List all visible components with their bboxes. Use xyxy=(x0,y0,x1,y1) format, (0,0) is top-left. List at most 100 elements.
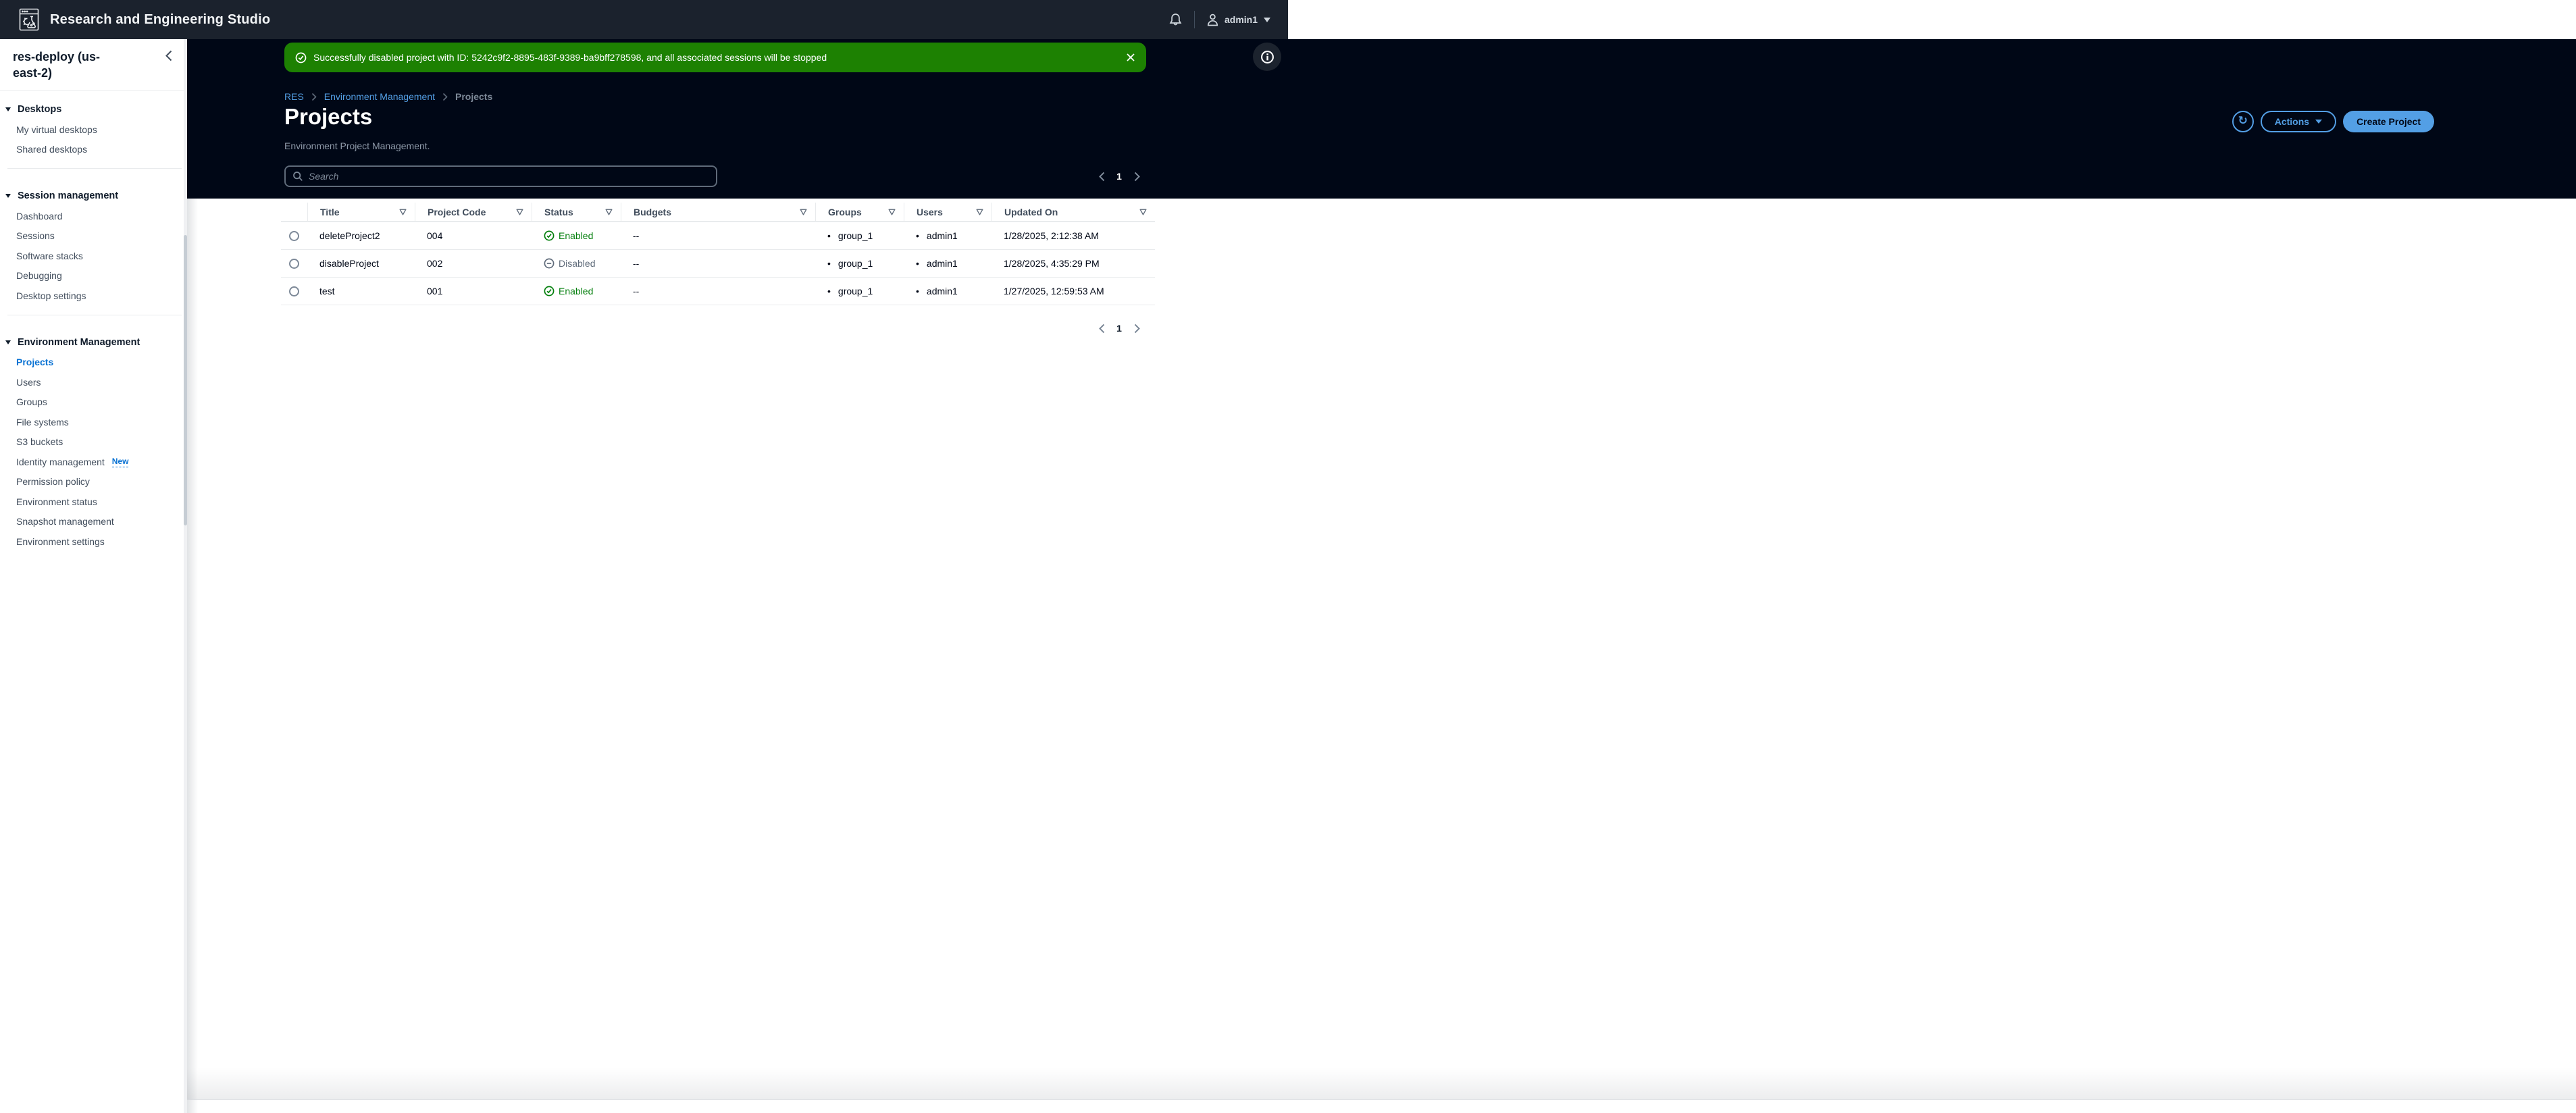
column-filter-icon xyxy=(516,209,523,215)
sidebar-scrollbar-thumb[interactable] xyxy=(184,235,187,525)
column-header-budgets[interactable]: Budgets xyxy=(621,203,815,221)
help-info-icon[interactable] xyxy=(1253,43,1281,71)
row-radio-button[interactable] xyxy=(289,286,299,296)
sidebar-item-projects[interactable]: Projects xyxy=(0,353,187,373)
cell-groups: • group_1 xyxy=(815,250,904,277)
side-navigation: res-deploy (us-east-2) Desktops My virtua… xyxy=(0,39,187,1113)
sidebar-divider xyxy=(7,168,182,169)
column-filter-icon xyxy=(976,209,983,215)
sidebar-item-dashboard[interactable]: Dashboard xyxy=(0,206,187,226)
cell-title: disableProject xyxy=(319,258,379,269)
column-header-label: Users xyxy=(917,206,943,217)
actions-dropdown-button[interactable]: Actions xyxy=(2260,111,2337,132)
breadcrumb-res[interactable]: RES xyxy=(284,91,304,102)
page-number[interactable]: 1 xyxy=(1110,323,1128,334)
create-project-button[interactable]: Create Project xyxy=(2343,111,2434,132)
cell-budgets: -- xyxy=(633,286,640,296)
sidebar-item-sessions[interactable]: Sessions xyxy=(0,226,187,247)
cell-users: • admin1 xyxy=(904,278,991,305)
sidebar-item-permission-policy[interactable]: Permission policy xyxy=(0,472,187,492)
cell-status: Enabled xyxy=(532,278,621,305)
cell-project-code: 002 xyxy=(427,258,443,269)
sidebar-item-environment-status[interactable]: Environment status xyxy=(0,492,187,512)
nav-section-desktops: Desktops My virtual desktops Shared deskto… xyxy=(0,91,187,159)
column-header-users[interactable]: Users xyxy=(904,203,991,221)
sidebar-item-groups[interactable]: Groups xyxy=(0,392,187,413)
column-filter-icon xyxy=(399,209,407,215)
cell-users: • admin1 xyxy=(904,250,991,277)
next-page-icon[interactable] xyxy=(1128,319,1145,337)
row-radio-button[interactable] xyxy=(289,258,299,269)
page-description: Environment Project Management. xyxy=(284,140,430,151)
status-label: Disabled xyxy=(559,258,596,269)
sidebar-item-users[interactable]: Users xyxy=(0,372,187,392)
search-input[interactable] xyxy=(309,171,709,182)
column-header-groups[interactable]: Groups xyxy=(815,203,904,221)
column-header-label: Title xyxy=(320,206,340,217)
refresh-button[interactable]: ↻ xyxy=(2232,111,2254,132)
pagination-top: 1 xyxy=(1093,165,1145,187)
nav-section-session-management: Session management Dashboard Sessions Softw… xyxy=(0,178,187,306)
cell-users-value: admin1 xyxy=(926,258,958,269)
sidebar-item-software-stacks[interactable]: Software stacks xyxy=(0,246,187,266)
nav-section-environment-management: Environment Management Projects Users Group… xyxy=(0,324,187,552)
sidebar-item-label: Groups xyxy=(16,396,47,408)
sidebar-item-debugging[interactable]: Debugging xyxy=(0,266,187,286)
sidebar-item-my-virtual-desktops[interactable]: My virtual desktops xyxy=(0,120,187,140)
sidebar-item-identity-management[interactable]: Identity management New xyxy=(0,452,187,472)
column-header-label: Project Code xyxy=(428,206,486,217)
topbar-divider xyxy=(1193,11,1195,28)
breadcrumb-environment-management[interactable]: Environment Management xyxy=(324,91,435,102)
sidebar-item-label: Permission policy xyxy=(16,476,90,488)
nav-section-header-desktops[interactable]: Desktops xyxy=(0,99,187,120)
flash-close-icon[interactable] xyxy=(1126,53,1135,62)
breadcrumb-current: Projects xyxy=(455,91,493,102)
cell-status: Enabled xyxy=(532,222,621,249)
sidebar-item-shared-desktops[interactable]: Shared desktops xyxy=(0,140,187,160)
page-number[interactable]: 1 xyxy=(1110,171,1128,182)
sidebar-item-label: Environment status xyxy=(16,496,97,507)
res-logo-icon xyxy=(19,8,41,31)
list-bullet: • xyxy=(916,286,919,296)
column-header-label: Groups xyxy=(828,206,862,217)
sidebar-item-s3-buckets[interactable]: S3 buckets xyxy=(0,432,187,452)
sidebar-item-file-systems[interactable]: File systems xyxy=(0,412,187,432)
cell-updated-on: 1/27/2025, 12:59:53 AM xyxy=(1004,286,1104,296)
table-row: deleteProject2 004 Enabled -- • group_1 • admin… xyxy=(281,222,1155,250)
user-menu[interactable]: admin1 xyxy=(1207,14,1270,26)
sidebar-item-desktop-settings[interactable]: Desktop settings xyxy=(0,286,187,306)
column-header-label: Status xyxy=(544,206,573,217)
nav-section-header-environment-management[interactable]: Environment Management xyxy=(0,332,187,353)
row-radio-button[interactable] xyxy=(289,230,299,241)
deployment-title: res-deploy (us-east-2) xyxy=(13,50,101,80)
sidebar-item-environment-settings[interactable]: Environment settings xyxy=(0,532,187,552)
sidebar-item-label: Software stacks xyxy=(16,250,83,261)
nav-section-header-session-management[interactable]: Session management xyxy=(0,186,187,206)
row-select-cell xyxy=(281,250,307,277)
cell-groups: • group_1 xyxy=(815,222,904,249)
column-header-updated-on[interactable]: Updated On xyxy=(991,203,1155,221)
sidebar-collapse-icon[interactable] xyxy=(165,50,172,61)
cell-users-value: admin1 xyxy=(926,230,958,241)
next-page-icon[interactable] xyxy=(1128,167,1145,185)
status-label: Enabled xyxy=(559,286,594,296)
previous-page-icon[interactable] xyxy=(1093,319,1110,337)
column-header-project-code[interactable]: Project Code xyxy=(415,203,532,221)
chevron-down-icon xyxy=(1264,17,1270,22)
row-select-cell xyxy=(281,278,307,305)
sidebar-shadow xyxy=(187,199,198,1113)
status-label: Enabled xyxy=(559,230,594,241)
previous-page-icon[interactable] xyxy=(1093,167,1110,185)
sidebar-scrollbar[interactable] xyxy=(184,39,187,1113)
cell-groups: • group_1 xyxy=(815,278,904,305)
row-select-cell xyxy=(281,222,307,249)
section-expand-icon xyxy=(5,340,11,344)
search-box xyxy=(284,165,717,187)
table-row: test 001 Enabled -- • group_1 • admin1 1/27/2025… xyxy=(281,278,1155,305)
app-title: Research and Engineering Studio xyxy=(50,11,271,27)
column-header-status[interactable]: Status xyxy=(532,203,621,221)
user-icon xyxy=(1207,14,1218,26)
sidebar-item-snapshot-management[interactable]: Snapshot management xyxy=(0,512,187,532)
column-header-title[interactable]: Title xyxy=(307,203,415,221)
notifications-bell-icon[interactable] xyxy=(1169,13,1182,27)
